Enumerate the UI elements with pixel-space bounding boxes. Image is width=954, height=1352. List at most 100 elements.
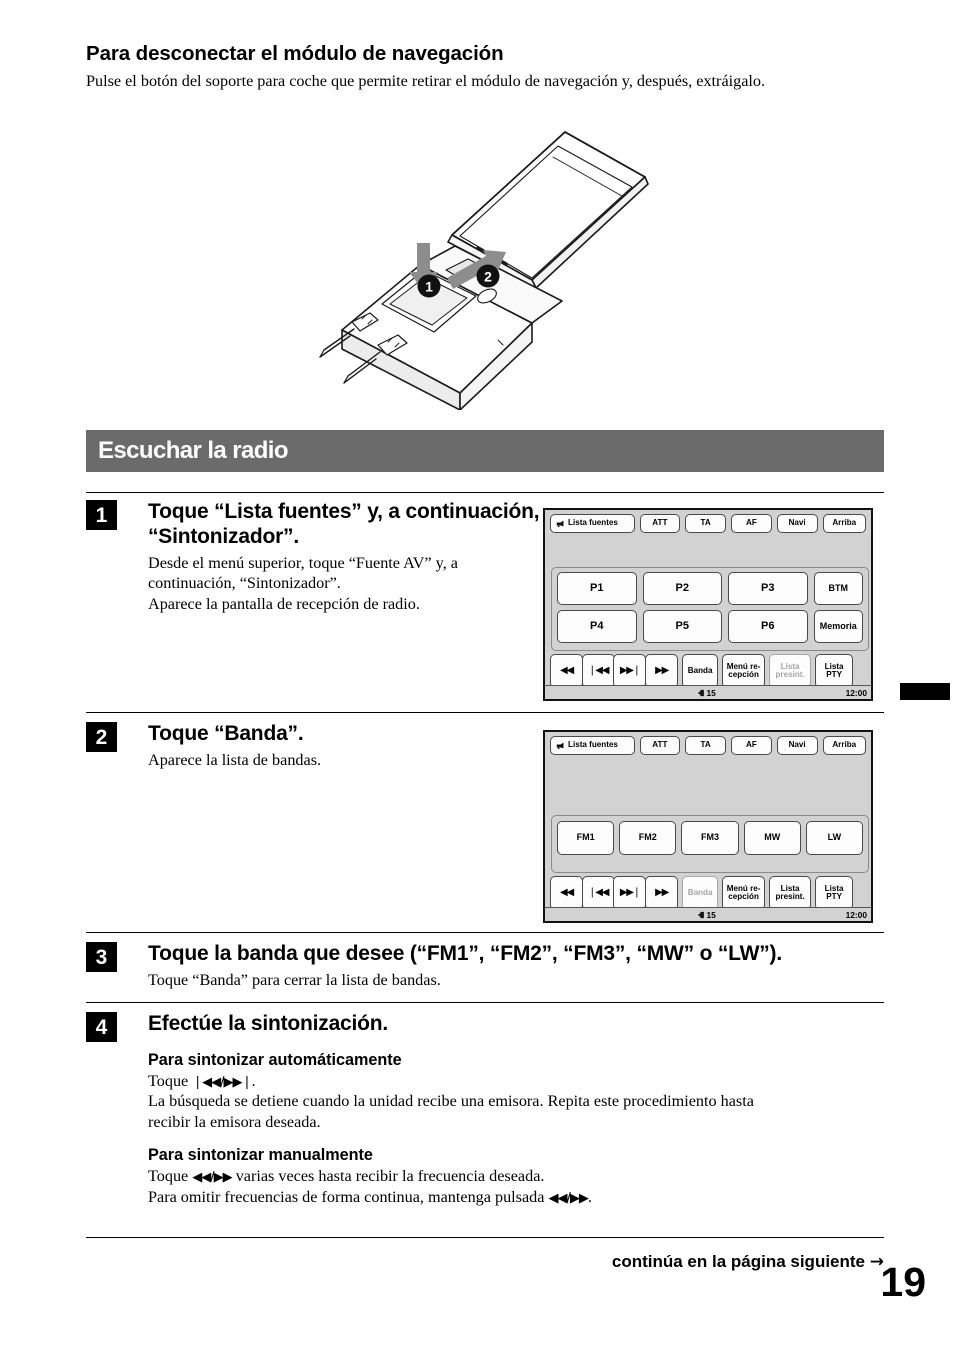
volume-indicator: 15 <box>698 687 716 698</box>
step-description-line: Aparece la pantalla de recepción de radi… <box>148 594 420 613</box>
callout-2: 2 <box>476 264 500 288</box>
band-button-fm3[interactable]: FM3 <box>681 821 739 855</box>
divider-step4 <box>86 1002 884 1003</box>
navi-button[interactable]: Navi <box>776 736 818 755</box>
page-title: Para desconectar el módulo de navegación <box>86 42 504 65</box>
screen2-top-button-row: Lista fuentes ATT TA AF Navi Arriba <box>550 736 867 755</box>
arriba-button[interactable]: Arriba <box>822 514 867 533</box>
screen1-status-bar: 15 12:00 <box>545 685 871 699</box>
transport-controls: ◀◀ ❘◀◀ ▶▶❘ ▶▶ <box>550 654 679 688</box>
step-number-badge: 3 <box>86 942 117 972</box>
banda-button[interactable]: Banda <box>682 876 719 910</box>
continued-note: continúa en la página siguiente → <box>612 1252 884 1272</box>
screen2-control-row: ◀◀ ❘◀◀ ▶▶❘ ▶▶ Banda Menú re- cepción Lis… <box>550 876 854 910</box>
intro-block: Para desconectar el módulo de navegación… <box>86 42 886 92</box>
volume-indicator: 15 <box>698 909 716 920</box>
preset-list-button[interactable]: Lista presint. <box>769 654 812 688</box>
manual-tune-note-line: Para omitir frecuencias de forma continu… <box>148 1187 884 1207</box>
att-button[interactable]: ATT <box>639 514 681 533</box>
band-button-fm1[interactable]: FM1 <box>557 821 615 855</box>
auto-tune-note-line: La búsqueda se detiene cuando la unidad … <box>148 1092 754 1111</box>
seek-prev-next-icon: ❘◀◀/▶▶❘ <box>192 1074 252 1090</box>
step-number-badge: 4 <box>86 1012 117 1042</box>
af-button[interactable]: AF <box>731 514 772 533</box>
seek-previous-icon[interactable]: ❘◀◀ <box>581 876 615 910</box>
manual-tune-suffix: varias veces hasta recibir la frecuencia… <box>231 1167 545 1186</box>
sub-heading-manual-tune: Para sintonizar manualmente <box>148 1146 373 1165</box>
step-description-line: Toque “Banda” para cerrar la lista de ba… <box>148 970 441 989</box>
source-list-label: Lista fuentes <box>568 740 618 750</box>
volume-value: 15 <box>706 687 716 698</box>
continued-note-text: continúa en la página siguiente <box>611 1252 866 1271</box>
arriba-button[interactable]: Arriba <box>822 736 867 755</box>
preset-row-2: P4 P5 P6 Memoria <box>557 610 864 643</box>
sub-heading-auto-tune: Para sintonizar automáticamente <box>148 1050 402 1069</box>
band-button-lw[interactable]: LW <box>805 821 864 855</box>
band-list-panel: FM1 FM2 FM3 MW LW <box>551 815 869 873</box>
preset-button-p3[interactable]: P3 <box>728 572 808 605</box>
step-title: Toque la banda que desee (“FM1”, “FM2”, … <box>148 942 782 965</box>
memoria-button[interactable]: Memoria <box>813 610 864 643</box>
volume-value: 15 <box>706 909 716 920</box>
callout-1: 1 <box>417 274 441 298</box>
reception-menu-button[interactable]: Menú re- cepción <box>722 654 766 688</box>
reception-menu-button[interactable]: Menú re- cepción <box>722 876 766 910</box>
pty-list-button[interactable]: Lista PTY <box>815 654 854 688</box>
seek-back-fast-icon[interactable]: ◀◀ <box>550 876 583 910</box>
divider-step3 <box>86 932 884 933</box>
band-button-fm2[interactable]: FM2 <box>619 821 677 855</box>
btm-button[interactable]: BTM <box>813 572 864 605</box>
section-banner-title: Escuchar la radio <box>98 437 288 464</box>
divider-step2 <box>86 712 884 713</box>
manual-tune-note-suffix: . <box>587 1187 592 1206</box>
step-description-line: continuación, “Sintonizador”. <box>148 574 341 593</box>
seek-next-icon[interactable]: ▶▶❘ <box>613 876 647 910</box>
att-button[interactable]: ATT <box>639 736 681 755</box>
svg-text:2: 2 <box>484 269 492 285</box>
preset-button-p4[interactable]: P4 <box>557 610 637 643</box>
step-title: Efectúe la sintonización. <box>148 1012 389 1035</box>
page-edge-tab-marker <box>900 683 950 700</box>
step-4: 4 Efectúe la sintonización. Para sintoni… <box>86 1012 884 1207</box>
auto-tune-note-line: recibir la emisora deseada. <box>148 1112 321 1131</box>
banda-button[interactable]: Banda <box>682 654 719 688</box>
seek-forward-fast-icon[interactable]: ▶▶ <box>645 654 679 688</box>
source-list-label: Lista fuentes <box>568 518 618 528</box>
navi-button[interactable]: Navi <box>776 514 818 533</box>
screen2-status-bar: 15 12:00 <box>545 907 871 921</box>
preset-button-p1[interactable]: P1 <box>557 572 637 605</box>
screen1-control-row: ◀◀ ❘◀◀ ▶▶❘ ▶▶ Banda Menú re- cepción Lis… <box>550 654 854 688</box>
seek-fast-icon: ◀◀/▶▶ <box>192 1170 232 1186</box>
seek-next-icon[interactable]: ▶▶❘ <box>613 654 647 688</box>
seek-back-fast-icon[interactable]: ◀◀ <box>550 654 583 688</box>
ta-button[interactable]: TA <box>685 514 726 533</box>
step-number-badge: 1 <box>86 500 117 530</box>
preset-button-p6[interactable]: P6 <box>728 610 808 643</box>
band-button-mw[interactable]: MW <box>743 821 801 855</box>
seek-fast-icon: ◀◀/▶▶ <box>548 1190 588 1206</box>
preset-button-p2[interactable]: P2 <box>642 572 723 605</box>
clock-display: 12:00 <box>845 909 867 920</box>
preset-row-1: P1 P2 P3 BTM <box>557 572 864 605</box>
source-list-button[interactable]: Lista fuentes <box>550 736 635 755</box>
step-description-line: Aparece la lista de bandas. <box>148 750 322 769</box>
seek-forward-fast-icon[interactable]: ▶▶ <box>645 876 679 910</box>
preset-list-button[interactable]: Lista presint. <box>769 876 812 910</box>
page-number: 19 <box>880 1259 926 1305</box>
divider-top <box>86 492 884 493</box>
source-list-button[interactable]: Lista fuentes <box>550 514 635 533</box>
auto-tune-prefix: Toque <box>148 1071 193 1090</box>
ta-button[interactable]: TA <box>685 736 726 755</box>
preset-button-p5[interactable]: P5 <box>642 610 723 643</box>
manual-tune-prefix: Toque <box>148 1167 193 1186</box>
seek-previous-icon[interactable]: ❘◀◀ <box>581 654 615 688</box>
auto-tune-instruction: Toque ❘◀◀/▶▶❘. <box>148 1071 884 1091</box>
step-title: Toque “Lista fuentes” y, a continuación,… <box>148 500 540 548</box>
pty-list-button[interactable]: Lista PTY <box>815 876 854 910</box>
footer-divider <box>86 1237 884 1238</box>
step-title: Toque “Banda”. <box>148 722 304 745</box>
speaker-icon <box>698 911 704 918</box>
preset-panel: P1 P2 P3 BTM P4 P5 P6 Memoria <box>551 567 869 651</box>
radio-reception-screen-mockup: Lista fuentes ATT TA AF Navi Arriba P1 P… <box>543 508 873 701</box>
af-button[interactable]: AF <box>731 736 772 755</box>
